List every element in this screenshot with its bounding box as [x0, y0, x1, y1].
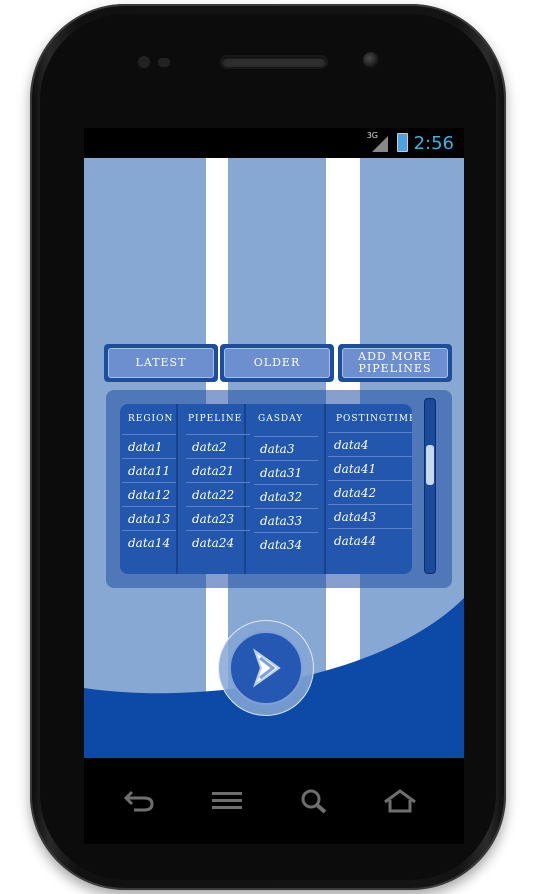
older-button-label: OLDER — [224, 348, 330, 378]
home-icon[interactable] — [382, 788, 418, 814]
back-icon[interactable] — [122, 788, 156, 812]
navigation-bar — [84, 758, 464, 844]
table-cell[interactable]: data24 — [186, 530, 250, 552]
data-table-panel: REGION PIPELINE GASDAY POSTINGTIME data1… — [106, 390, 452, 588]
earpiece-speaker — [222, 57, 326, 67]
column-separator — [324, 404, 326, 574]
add-more-pipelines-button[interactable]: ADD MORE PIPELINES — [338, 344, 452, 382]
status-bar: 3G 2:56 — [84, 128, 464, 158]
signal-icon — [372, 136, 388, 152]
column-separator — [176, 404, 178, 574]
next-button[interactable] — [218, 620, 314, 716]
scrollbar-thumb[interactable] — [426, 445, 434, 485]
search-icon[interactable] — [300, 788, 328, 814]
table-cell[interactable]: data34 — [254, 532, 318, 554]
table-cell[interactable]: data22 — [186, 482, 250, 504]
light-sensor — [158, 58, 170, 67]
chevron-right-icon — [253, 648, 281, 688]
table-cell[interactable]: data12 — [122, 482, 176, 504]
latest-button[interactable]: LATEST — [104, 344, 218, 382]
table-cell[interactable]: data43 — [328, 504, 412, 526]
add-more-pipelines-label: ADD MORE PIPELINES — [342, 348, 448, 378]
battery-icon — [397, 133, 408, 152]
table-cell[interactable]: data33 — [254, 508, 318, 530]
menu-icon[interactable] — [210, 790, 244, 812]
table-cell[interactable]: data21 — [186, 458, 250, 480]
table-cell[interactable]: data32 — [254, 484, 318, 506]
front-camera — [363, 52, 379, 68]
column-header-postingtime[interactable]: POSTINGTIME — [336, 414, 412, 424]
latest-button-label: LATEST — [108, 348, 214, 378]
next-button-inner — [229, 631, 303, 705]
table-cell[interactable]: data13 — [122, 506, 176, 528]
table-cell[interactable]: data4 — [328, 432, 412, 454]
column-header-pipeline[interactable]: PIPELINE — [188, 414, 242, 424]
clock: 2:56 — [413, 133, 454, 154]
app-screen: LATEST OLDER ADD MORE PIPELINES REGION P… — [84, 158, 464, 758]
table-scrollbar[interactable] — [424, 398, 436, 574]
column-header-region[interactable]: REGION — [128, 414, 173, 424]
data-table[interactable]: REGION PIPELINE GASDAY POSTINGTIME data1… — [120, 404, 412, 574]
table-cell[interactable]: data11 — [122, 458, 176, 480]
table-cell[interactable]: data2 — [186, 434, 250, 456]
add-more-label-line2: PIPELINES — [358, 362, 432, 375]
table-cell[interactable]: data41 — [328, 456, 412, 478]
table-cell[interactable]: data14 — [122, 530, 176, 552]
table-cell[interactable]: data3 — [254, 436, 318, 458]
table-cell[interactable]: data31 — [254, 460, 318, 482]
table-cell[interactable]: data44 — [328, 528, 412, 550]
column-header-gasday[interactable]: GASDAY — [258, 414, 303, 424]
proximity-sensor — [138, 56, 150, 68]
older-button[interactable]: OLDER — [220, 344, 334, 382]
table-cell[interactable]: data1 — [122, 434, 176, 456]
table-cell[interactable]: data42 — [328, 480, 412, 502]
table-cell[interactable]: data23 — [186, 506, 250, 528]
